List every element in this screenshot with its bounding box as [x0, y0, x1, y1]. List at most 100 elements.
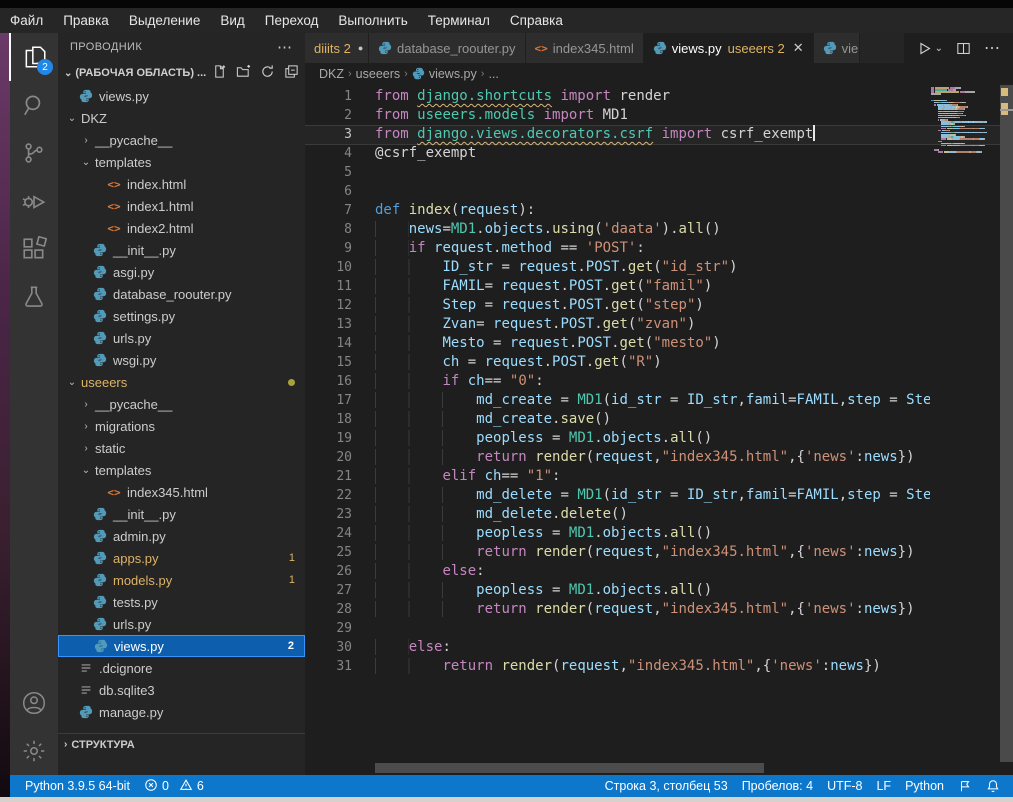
code-line-5 [375, 163, 930, 182]
explorer-more-actions-button[interactable]: ⋯ [277, 38, 293, 56]
run-button[interactable]: ⌄ [916, 40, 943, 57]
breadcrumb-item[interactable]: ... [488, 67, 498, 81]
tree-item-index1-html[interactable]: <>index1.html [58, 195, 305, 217]
menu-item-2[interactable]: Правка [53, 13, 119, 28]
tree-item-settings-py[interactable]: settings.py [58, 305, 305, 327]
tree-item-urls-py[interactable]: urls.py [58, 613, 305, 635]
extensions-icon[interactable] [10, 225, 58, 273]
line-number: 10 [305, 258, 352, 277]
problems-status[interactable]: 0 6 [137, 775, 211, 797]
close-icon[interactable]: ✕ [793, 40, 804, 56]
split-editor-button[interactable] [955, 40, 972, 57]
python-file-icon [92, 243, 108, 257]
explorer-icon[interactable]: 2 [9, 33, 59, 81]
tab-label: views.py [672, 41, 722, 56]
breadcrumb[interactable]: DKZ›useeers›views.py›... [305, 63, 1013, 85]
tree-item-useeers[interactable]: ⌄useeers [58, 371, 305, 393]
menu-item-8[interactable]: Справка [500, 13, 573, 28]
explorer-title-label: ПРОВОДНИК [70, 41, 142, 53]
tree-item-label: settings.py [113, 309, 175, 324]
chevron-down-icon[interactable]: ⌄ [935, 43, 943, 54]
line-number: 12 [305, 296, 352, 315]
chevron-down-icon: ⌄ [64, 68, 72, 79]
tree-item-models-py[interactable]: models.py1 [58, 569, 305, 591]
tab-database-roouter-py[interactable]: database_roouter.py [369, 33, 526, 63]
tree-item-dkz[interactable]: ⌄DKZ [58, 107, 305, 129]
menu-item-4[interactable]: Вид [210, 13, 254, 28]
tree-item-manage-py[interactable]: manage.py [58, 701, 305, 723]
collapse-all-icon[interactable] [284, 64, 299, 82]
tree-item-label: models.py [113, 573, 172, 588]
cursor-position-status[interactable]: Строка 3, столбец 53 [598, 775, 735, 797]
tree-item-admin-py[interactable]: admin.py [58, 525, 305, 547]
tree-item-urls-py[interactable]: urls.py [58, 327, 305, 349]
outline-section-header[interactable]: › СТРУКТУРА [58, 733, 305, 755]
code-editor[interactable]: 1234567891011121314151617181920212223242… [305, 85, 1013, 775]
python-version-status[interactable]: Python 3.9.5 64-bit [18, 775, 137, 797]
encoding-status[interactable]: UTF-8 [820, 775, 869, 797]
tree-item-index345-html[interactable]: <>index345.html [58, 481, 305, 503]
tab-vie[interactable]: vie [814, 33, 860, 63]
problem-count-badge: 2 [288, 640, 294, 652]
line-number: 27 [305, 581, 352, 600]
window-titlebar [0, 0, 1013, 8]
code-line-27: peopless = MD1.objects.all() [375, 581, 930, 600]
vertical-scrollbar[interactable] [1000, 85, 1013, 762]
tree-item-templates[interactable]: ⌄templates [58, 459, 305, 481]
code-line-2: from useeers.models import MD1 [375, 106, 930, 125]
tree-item-apps-py[interactable]: apps.py1 [58, 547, 305, 569]
tree-item-wsgi-py[interactable]: wsgi.py [58, 349, 305, 371]
menu-item-7[interactable]: Терминал [418, 13, 500, 28]
feedback-icon[interactable] [951, 775, 979, 797]
testing-icon[interactable] [10, 273, 58, 321]
tree-item--pycache-[interactable]: ›__pycache__ [58, 129, 305, 151]
language-mode-status[interactable]: Python [898, 775, 951, 797]
breadcrumb-item[interactable]: views.py [429, 67, 477, 81]
settings-gear-icon[interactable] [10, 727, 58, 775]
breadcrumb-item[interactable]: DKZ [319, 67, 344, 81]
tree-item--dcignore[interactable]: .dcignore [58, 657, 305, 679]
code-line-14: Mesto = request.POST.get("mesto") [375, 334, 930, 353]
tab-views-py[interactable]: views.pyuseeers 2✕ [644, 33, 814, 63]
menu-item-5[interactable]: Переход [255, 13, 329, 28]
tab-diiits-2[interactable]: diiits 2● [305, 33, 369, 63]
search-icon[interactable] [10, 81, 58, 129]
breadcrumb-item[interactable]: useeers [356, 67, 400, 81]
tree-item-index2-html[interactable]: <>index2.html [58, 217, 305, 239]
new-file-icon[interactable] [212, 64, 227, 82]
horizontal-scrollbar[interactable] [375, 763, 764, 773]
overview-warning-mark [1001, 88, 1008, 96]
tree-item--pycache-[interactable]: ›__pycache__ [58, 393, 305, 415]
workspace-section-header[interactable]: ⌄ (РАБОЧАЯ ОБЛАСТЬ) ... [58, 61, 305, 85]
tree-item-static[interactable]: ›static [58, 437, 305, 459]
indentation-status[interactable]: Пробелов: 4 [735, 775, 820, 797]
tree-item-views-py[interactable]: views.py [58, 85, 305, 107]
line-number: 16 [305, 372, 352, 391]
notifications-bell-icon[interactable] [979, 775, 1007, 797]
tree-item--init-py[interactable]: __init__.py [58, 239, 305, 261]
tree-item-asgi-py[interactable]: asgi.py [58, 261, 305, 283]
menu-item-6[interactable]: Выполнить [328, 13, 417, 28]
tree-item-database-roouter-py[interactable]: database_roouter.py [58, 283, 305, 305]
tree-item-migrations[interactable]: ›migrations [58, 415, 305, 437]
tree-item-index-html[interactable]: <>index.html [58, 173, 305, 195]
tree-item-label: useeers [81, 375, 127, 390]
account-icon[interactable] [10, 679, 58, 727]
tree-item-label: db.sqlite3 [99, 683, 155, 698]
eol-status[interactable]: LF [869, 775, 898, 797]
tree-item-templates[interactable]: ⌄templates [58, 151, 305, 173]
tree-item-tests-py[interactable]: tests.py [58, 591, 305, 613]
line-col-label: Строка 3, столбец 53 [605, 779, 728, 793]
run-debug-icon[interactable] [10, 177, 58, 225]
tree-item-db-sqlite3[interactable]: db.sqlite3 [58, 679, 305, 701]
menu-item-3[interactable]: Выделение [119, 13, 211, 28]
tree-item-views-py[interactable]: views.py2 [58, 635, 305, 657]
refresh-icon[interactable] [260, 64, 275, 82]
source-control-icon[interactable] [10, 129, 58, 177]
new-folder-icon[interactable] [236, 64, 251, 82]
minimap[interactable] [931, 87, 999, 153]
menu-item-1[interactable]: Файл [0, 13, 53, 28]
more-actions-button[interactable]: ⋯ [984, 38, 1001, 58]
tree-item--init-py[interactable]: __init__.py [58, 503, 305, 525]
tab-index345-html[interactable]: <>index345.html [526, 33, 644, 63]
